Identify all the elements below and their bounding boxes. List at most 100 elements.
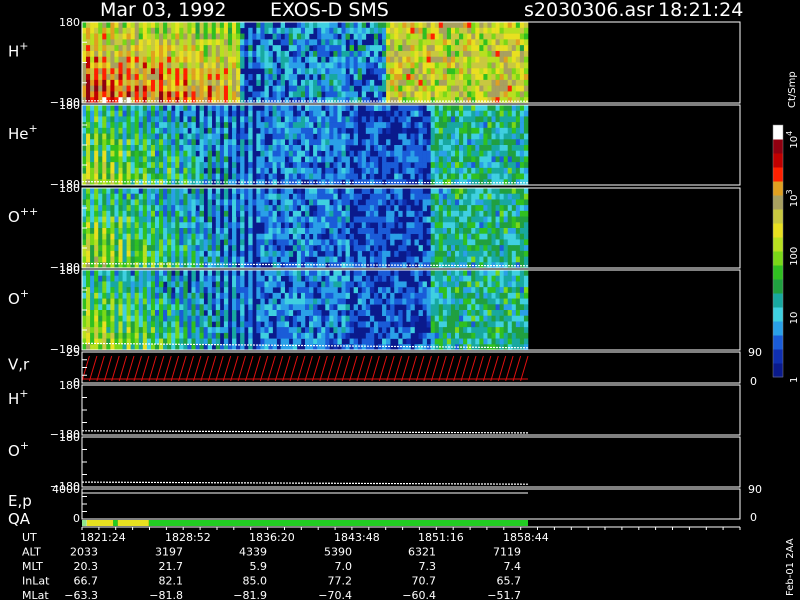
spectrogram-cell — [495, 139, 500, 146]
spectrogram-cell — [369, 228, 375, 235]
spectrogram-cell — [406, 287, 411, 294]
spectrogram-cell — [167, 85, 172, 92]
spectrogram-cell — [272, 281, 277, 288]
spectrogram-cell — [240, 91, 245, 98]
spectrogram-cell — [142, 74, 148, 81]
spectrogram-cell — [300, 116, 306, 123]
spectrogram-cell — [142, 250, 148, 257]
spectrogram-cell — [86, 344, 91, 351]
spectrogram-cell — [305, 79, 310, 86]
spectrogram-cell — [207, 127, 213, 134]
spectrogram-cell — [386, 97, 391, 104]
spectrogram-cell — [232, 39, 237, 46]
spectrogram-cell — [90, 74, 95, 81]
spectrogram-cell — [386, 139, 391, 146]
spectrogram-cell — [296, 50, 302, 58]
spectrogram-cell — [102, 68, 107, 75]
spectrogram-cell — [171, 321, 176, 328]
spectrogram-cell — [268, 281, 273, 288]
spectrogram-cell — [256, 122, 261, 129]
spectrogram-cell — [321, 116, 326, 123]
spectrogram-cell — [203, 45, 208, 52]
spectrogram-cell — [215, 173, 221, 180]
spectrogram-cell — [491, 193, 496, 200]
spectrogram-cell — [333, 39, 338, 46]
spectrogram-cell — [126, 332, 131, 339]
spectrogram-cell — [146, 139, 152, 146]
spectrogram-cell — [353, 110, 358, 117]
spectrogram-cell — [329, 127, 334, 134]
spectrogram-cell — [467, 50, 472, 58]
spectrogram-cell — [414, 145, 419, 152]
spectrogram-cell — [475, 22, 480, 29]
spectrogram-cell — [264, 338, 269, 345]
spectrogram-cell — [459, 188, 464, 195]
spectrogram-cell — [357, 39, 363, 46]
spectrogram-cell — [175, 91, 180, 98]
spectrogram-cell — [280, 139, 286, 146]
spectrogram-cell — [471, 222, 476, 229]
spectrogram-cell — [337, 233, 342, 240]
spectrogram-cell — [102, 228, 107, 235]
spectrogram-cell — [503, 193, 509, 200]
spectrogram-cell — [292, 270, 298, 277]
spectrogram-cell — [373, 167, 379, 174]
spectrogram-cell — [232, 233, 237, 240]
spectrogram-cell — [357, 150, 363, 157]
spectrogram-cell — [268, 222, 273, 229]
spectrogram-cell — [203, 68, 208, 75]
spectrogram-cell — [523, 193, 529, 200]
spectrogram-cell — [142, 304, 148, 311]
spectrogram-cell — [414, 22, 419, 29]
spectrogram-cell — [163, 22, 168, 29]
spectrogram-cell — [337, 156, 342, 163]
spectrogram-cell — [134, 199, 140, 206]
spectrogram-cell — [483, 105, 488, 112]
spectrogram-cell — [102, 139, 107, 146]
spectrogram-cell — [146, 45, 152, 52]
spectrogram-cell — [159, 327, 164, 334]
spectrogram-cell — [495, 122, 500, 129]
spectrogram-cell — [150, 22, 156, 29]
spectrogram-cell — [179, 85, 184, 92]
spectrogram-cell — [179, 199, 184, 206]
spectrogram-cell — [276, 105, 281, 112]
spectrogram-cell — [438, 210, 444, 217]
spectrogram-cell — [195, 315, 200, 322]
spectrogram-cell — [442, 22, 448, 29]
spectrogram-cell — [345, 188, 350, 195]
spectrogram-cell — [130, 228, 135, 235]
spectrogram-cell — [167, 50, 172, 58]
spectrogram-cell — [163, 239, 168, 246]
spectrogram-cell — [442, 199, 448, 206]
spectrogram-cell — [349, 68, 354, 75]
spectrogram-cell — [442, 245, 448, 252]
spectrogram-cell — [309, 50, 314, 58]
spectrogram-cell — [98, 133, 103, 140]
spectrogram-cell — [377, 105, 383, 112]
spectrogram-cell — [138, 344, 144, 351]
spectrogram-cell — [430, 116, 436, 123]
spectrogram-cell — [507, 39, 513, 46]
spectrogram-cell — [483, 139, 488, 146]
spectrogram-cell — [442, 162, 448, 169]
spectrogram-cell — [256, 116, 261, 123]
spectrogram-cell — [146, 150, 152, 157]
spectrogram-cell — [227, 262, 233, 269]
spectrogram-cell — [442, 56, 448, 63]
spectrogram-cell — [402, 33, 407, 40]
spectrogram-cell — [114, 344, 119, 351]
spectrogram-cell — [227, 74, 233, 81]
spectrogram-cell — [223, 210, 229, 217]
spectrogram-cell — [195, 344, 200, 351]
spectrogram-cell — [106, 22, 111, 29]
spectrogram-cell — [167, 162, 172, 169]
spectrogram-cell — [272, 338, 277, 345]
spectrogram-cell — [519, 205, 525, 212]
spectrogram-cell — [317, 275, 322, 282]
spectrogram-cell — [207, 304, 213, 311]
spectrogram-cell — [215, 298, 221, 305]
spectrogram-cell — [345, 250, 350, 257]
spectrogram-cell — [98, 33, 103, 40]
spectrogram-cell — [300, 68, 306, 75]
